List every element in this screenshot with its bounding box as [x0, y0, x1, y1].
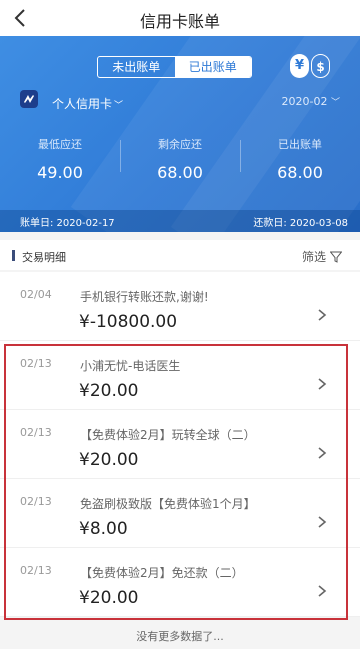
bill-stats: 最低应还 49.00 剩余应还 68.00 已出账单 68.00 — [0, 136, 360, 192]
transaction-row[interactable]: 02/13 免盗刷极致版【免费体验1个月】 ¥8.00 — [0, 479, 360, 548]
stat-label: 剩余应还 — [158, 138, 202, 151]
transaction-date: 02/13 — [20, 426, 52, 439]
bill-summary-card: 未出账单 已出账单 ¥ $ 个人信用卡 ﹀ 2020-02 ﹀ 最低应还 49.0… — [0, 36, 360, 232]
transaction-description: 小浦无忧-电话医生 — [80, 359, 181, 373]
bank-logo-icon — [20, 90, 38, 108]
stat-label: 已出账单 — [278, 138, 322, 151]
transaction-date: 02/13 — [20, 495, 52, 508]
stat-minimum-due: 最低应还 49.00 — [0, 136, 120, 192]
section-title: 交易明细 — [22, 251, 66, 264]
no-more-data-note: 没有更多数据了... — [136, 630, 224, 643]
bill-dates-bar: 账单日: 2020-02-17 还款日: 2020-03-08 — [0, 210, 360, 232]
card-name: 个人信用卡 — [52, 97, 113, 111]
transaction-date: 02/13 — [20, 357, 52, 370]
transaction-list: 02/04 手机银行转账还款,谢谢! ¥-10800.00 02/13 小浦无忧… — [0, 272, 360, 617]
transaction-description: 手机银行转账还款,谢谢! — [80, 290, 209, 304]
transaction-row[interactable]: 02/04 手机银行转账还款,谢谢! ¥-10800.00 — [0, 272, 360, 341]
bill-date: 账单日: 2020-02-17 — [20, 217, 115, 229]
filter-label: 筛选 — [301, 250, 326, 264]
chevron-right-icon — [318, 516, 327, 528]
stat-label: 最低应还 — [38, 138, 82, 151]
filter-button[interactable]: 筛选 — [302, 248, 342, 265]
chevron-right-icon — [318, 585, 327, 597]
transaction-description: 【免费体验2月】免还款（二） — [80, 566, 244, 580]
due-date: 还款日: 2020-03-08 — [253, 217, 348, 229]
nav-bar: 信用卡账单 — [0, 0, 360, 36]
transaction-row[interactable]: 02/13 小浦无忧-电话医生 ¥20.00 — [0, 341, 360, 410]
transaction-amount: ¥20.00 — [79, 381, 139, 401]
filter-funnel-icon — [330, 251, 342, 263]
stat-remaining-due: 剩余应还 68.00 — [120, 136, 240, 192]
transaction-description: 【免费体验2月】玩转全球（二） — [80, 428, 256, 442]
transaction-amount: ¥-10800.00 — [79, 312, 178, 332]
chevron-right-icon — [318, 447, 327, 459]
divider — [120, 140, 121, 172]
dollar-icon[interactable]: $ — [311, 54, 330, 78]
tab-unbilled[interactable]: 未出账单 — [98, 57, 175, 77]
transaction-row[interactable]: 02/13 【免费体验2月】免还款（二） ¥20.00 — [0, 548, 360, 617]
transactions-header: 交易明细 筛选 — [0, 240, 360, 270]
transaction-date: 02/13 — [20, 564, 52, 577]
transaction-amount: ¥20.00 — [79, 588, 139, 608]
stat-value: 68.00 — [277, 163, 323, 182]
bill-type-toggle: 未出账单 已出账单 — [97, 56, 252, 78]
chevron-down-icon: ﹀ — [330, 98, 340, 108]
yen-icon[interactable]: ¥ — [290, 54, 309, 78]
stat-value: 49.00 — [37, 163, 83, 182]
chevron-right-icon — [318, 309, 327, 321]
period-value: 2020-02 — [281, 95, 328, 108]
transaction-amount: ¥8.00 — [79, 519, 128, 539]
transaction-description: 免盗刷极致版【免费体验1个月】 — [80, 497, 256, 511]
transaction-amount: ¥20.00 — [79, 450, 139, 470]
period-selector[interactable]: 2020-02 ﹀ — [282, 95, 340, 108]
transaction-row[interactable]: 02/13 【免费体验2月】玩转全球（二） ¥20.00 — [0, 410, 360, 479]
stat-value: 68.00 — [157, 163, 203, 182]
chevron-down-icon: ﹀ — [114, 101, 124, 111]
chevron-right-icon — [318, 378, 327, 390]
transaction-date: 02/04 — [20, 288, 52, 301]
page-title: 信用卡账单 — [139, 12, 220, 31]
stat-billed-amount: 已出账单 68.00 — [240, 136, 360, 192]
tab-billed[interactable]: 已出账单 — [174, 57, 251, 77]
card-selector[interactable]: 个人信用卡 ﹀ — [52, 95, 123, 112]
section-marker — [12, 250, 15, 261]
divider — [240, 140, 241, 172]
currency-switch[interactable]: ¥ $ — [290, 54, 330, 80]
